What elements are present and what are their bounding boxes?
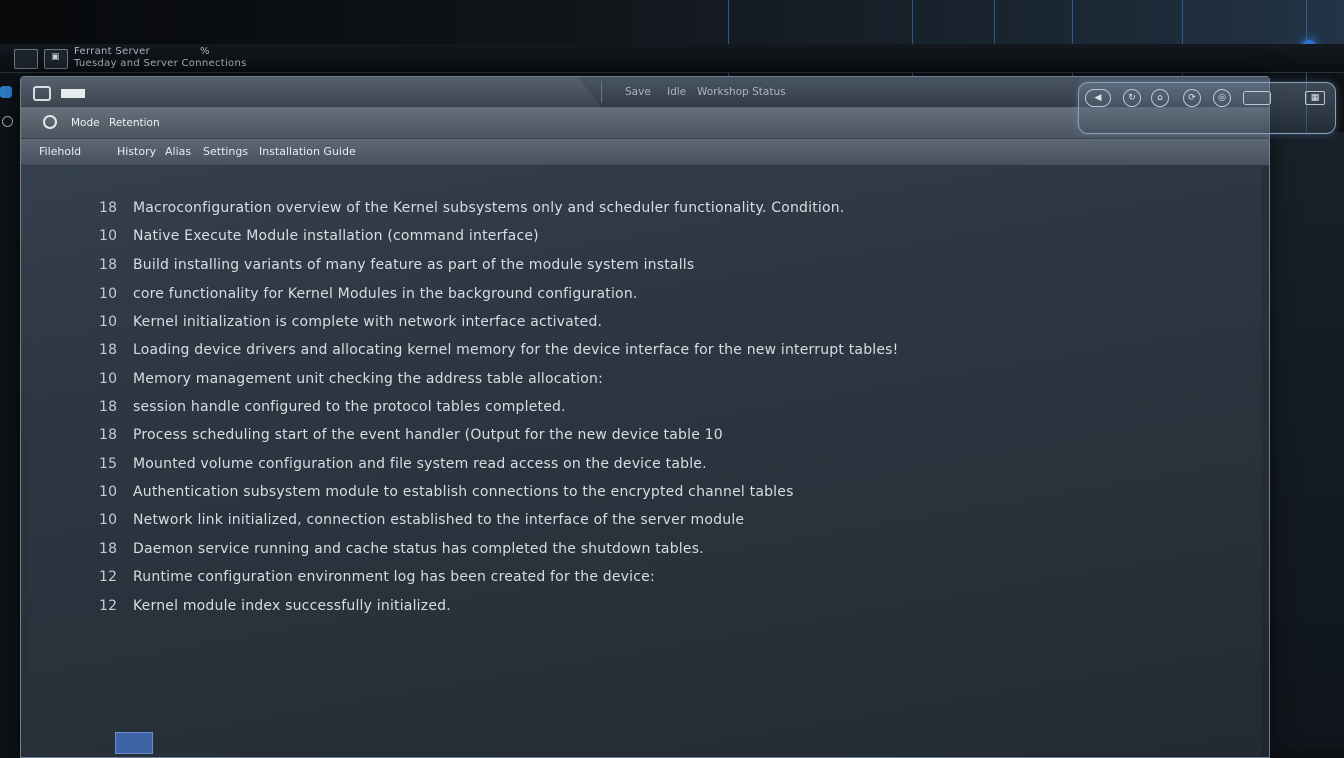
menu-item-installation-guide[interactable]: Installation Guide: [259, 145, 356, 158]
menu-item-settings[interactable]: Settings: [203, 145, 248, 158]
top-bar: ▣ Ferrant Server Tuesday and Server Conn…: [0, 44, 1344, 73]
top-bar-line2: Tuesday and Server Connections: [74, 58, 247, 69]
log-line: 18 Loading device drivers and allocating …: [99, 342, 899, 358]
window-title-field[interactable]: [61, 89, 85, 98]
log-line: 12 Runtime configuration environment log …: [99, 569, 655, 585]
menu-item-alias[interactable]: Alias: [165, 145, 191, 158]
bottom-action-button[interactable]: [115, 732, 153, 754]
window-toggle-icon[interactable]: [1243, 91, 1271, 105]
settings-circle-icon[interactable]: [43, 115, 57, 129]
title-tab: [21, 77, 601, 107]
top-bar-line1: Ferrant Server: [74, 46, 150, 57]
globe-icon[interactable]: ◎: [1213, 89, 1231, 107]
log-line: 18 Daemon service running and cache statu…: [99, 541, 704, 557]
sync-icon[interactable]: ⟳: [1183, 89, 1201, 107]
window-icon: [33, 86, 51, 101]
back-icon[interactable]: ◀: [1085, 89, 1111, 107]
log-line: 10 Memory management unit checking the ad…: [99, 371, 604, 387]
menu-bar: Filehold History Alias Settings Installa…: [21, 139, 1269, 166]
log-line: 10 Kernel initialization is complete with…: [99, 314, 603, 330]
log-content: 18 Macroconfiguration overview of the Ker…: [29, 166, 1261, 756]
log-line: 18 session handle configured to the proto…: [99, 399, 566, 415]
tab-retention[interactable]: Retention: [109, 117, 160, 129]
app-glyph-icon: ▣: [51, 52, 60, 62]
menu-item-history[interactable]: History: [117, 145, 156, 158]
menu-item-filehold[interactable]: Filehold: [39, 145, 81, 158]
log-line: 18 Process scheduling start of the event …: [99, 427, 723, 443]
taskbar-app-button[interactable]: ▣: [44, 49, 68, 69]
log-line: 10 Native Execute Module installation (co…: [99, 228, 539, 244]
log-line: 18 Macroconfiguration overview of the Ker…: [99, 200, 845, 216]
log-line: 10 Authentication subsystem module to est…: [99, 484, 794, 500]
taskbar-window-button[interactable]: [14, 49, 38, 69]
rail-status-icon[interactable]: [2, 116, 13, 127]
title-separator: [601, 81, 602, 103]
top-bar-badge: %: [200, 46, 210, 57]
log-line: 10 Network link initialized, connection e…: [99, 512, 745, 528]
window-control-cluster: ◀ ↻ ⌂ ⟳ ◎ ▦: [1078, 82, 1336, 134]
title-label-idle: Idle: [667, 86, 687, 98]
background-top-band: [0, 0, 1344, 46]
log-line: 12 Kernel module index successfully initi…: [99, 598, 451, 614]
title-label-status: Workshop Status: [697, 86, 786, 98]
menu-grid-icon[interactable]: ▦: [1305, 91, 1325, 105]
log-line: 18 Build installing variants of many feat…: [99, 257, 695, 273]
tab-mode[interactable]: Mode: [71, 117, 100, 129]
grid-line: [994, 0, 995, 44]
home-icon[interactable]: ⌂: [1151, 89, 1169, 107]
rail-network-icon[interactable]: [0, 86, 12, 98]
right-rail: [1270, 132, 1344, 750]
log-line: 10 core functionality for Kernel Modules …: [99, 286, 638, 302]
title-label-save[interactable]: Save: [625, 86, 651, 98]
main-window: Save Idle Workshop Status Mode Retention…: [20, 76, 1270, 758]
refresh-icon[interactable]: ↻: [1123, 89, 1141, 107]
log-line: 15 Mounted volume configuration and file …: [99, 456, 707, 472]
